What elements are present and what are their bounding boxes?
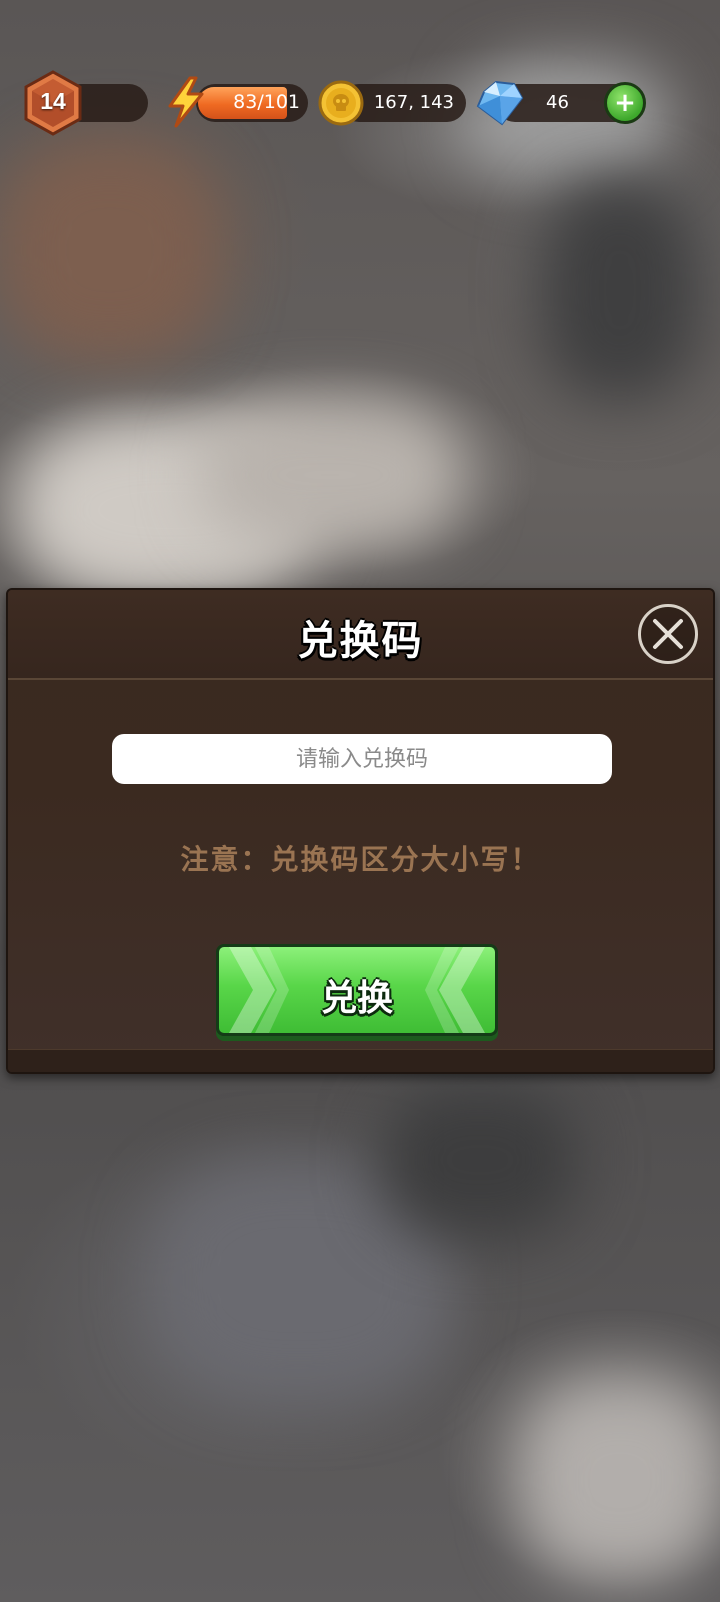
- close-button[interactable]: [638, 604, 698, 664]
- redeem-code-input[interactable]: [112, 734, 612, 784]
- energy-value: 83/101: [233, 91, 300, 113]
- dialog-title: 兑换码: [297, 618, 424, 664]
- blue-diamond-icon: [476, 80, 524, 126]
- player-level: 14: [40, 88, 66, 114]
- lightning-bolt-icon: [168, 76, 204, 128]
- redeem-button[interactable]: 兑换: [216, 944, 498, 1036]
- energy-counter[interactable]: 83/101: [196, 84, 308, 122]
- hexagon-level-badge-icon[interactable]: 14: [22, 70, 84, 136]
- dialog-header: 兑换码: [8, 590, 713, 680]
- gem-value: 46: [546, 92, 569, 113]
- case-sensitive-notice: 注意：兑换码区分大小写！: [180, 843, 541, 876]
- top-resource-bar: 14 83/101 167, 143 46 +: [0, 0, 720, 210]
- gold-skull-coin-icon: [318, 80, 364, 126]
- coin-value: 167, 143: [373, 92, 454, 113]
- redeem-button-label: 兑换: [320, 978, 393, 1019]
- add-gems-button[interactable]: +: [604, 82, 646, 124]
- close-x-icon: [653, 619, 683, 649]
- plus-icon: +: [614, 88, 636, 118]
- dialog-footer: [8, 1049, 713, 1072]
- redeem-code-dialog: 兑换码 注意：兑换码区分大小写！ 兑换: [6, 588, 715, 1074]
